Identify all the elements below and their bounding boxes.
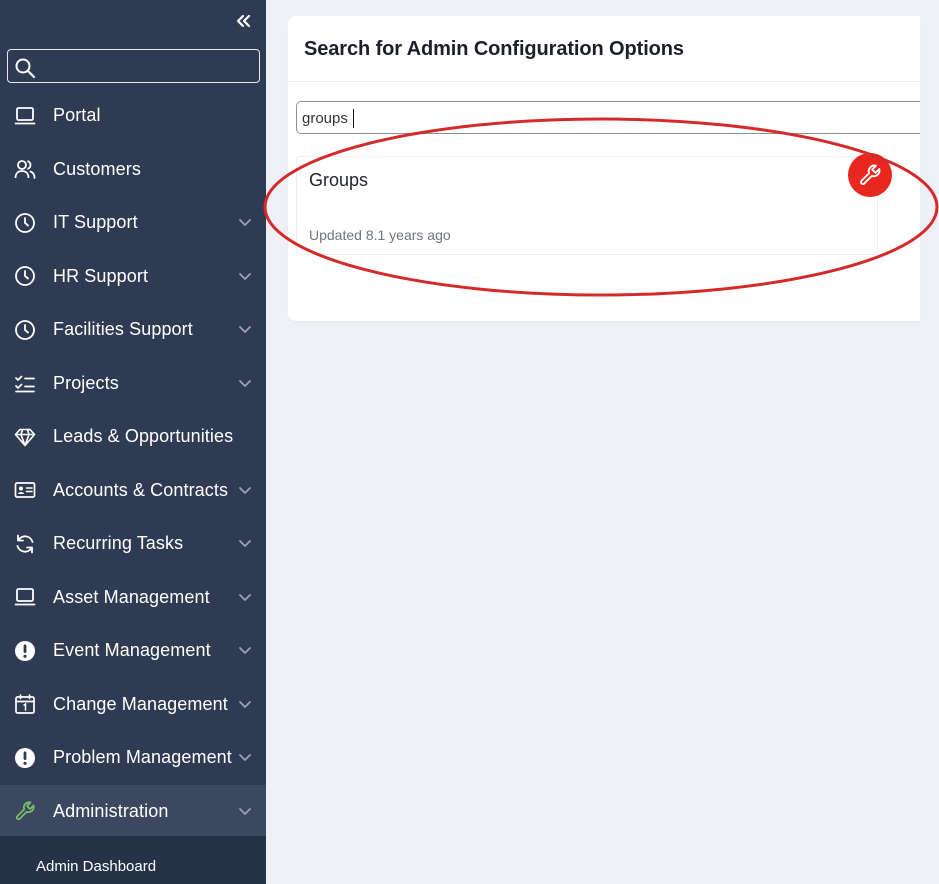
sidebar-item-label: Recurring Tasks — [53, 533, 184, 554]
calendar-icon — [13, 692, 37, 716]
chevron-down-icon[interactable] — [238, 322, 252, 336]
chevron-down-icon[interactable] — [238, 483, 252, 497]
chevron-down-icon[interactable] — [238, 804, 252, 818]
sidebar-item-label: HR Support — [53, 265, 149, 286]
result-updated-meta: Updated 8.1 years ago — [309, 227, 451, 243]
collapse-sidebar-icon[interactable] — [232, 10, 254, 32]
wrench-icon — [13, 799, 37, 823]
sidebar-item-label: Administration — [53, 800, 169, 821]
clock-icon — [13, 318, 37, 342]
result-title[interactable]: Groups — [309, 170, 368, 191]
admin-search-panel: Search for Admin Configuration Options G… — [288, 16, 920, 321]
sidebar-item-change-management[interactable]: Change Management — [0, 678, 266, 732]
laptop-icon — [13, 585, 37, 609]
alert-icon — [13, 639, 37, 663]
sidebar-item-label: Projects — [53, 372, 119, 393]
admin-search-input[interactable] — [302, 107, 902, 129]
sidebar-item-hr-support[interactable]: HR Support — [0, 250, 266, 304]
sidebar-search-input[interactable] — [42, 54, 252, 78]
search-result-card[interactable]: Groups Updated 8.1 years ago — [296, 153, 892, 255]
divider — [288, 81, 920, 82]
sidebar-item-asset-management[interactable]: Asset Management — [0, 571, 266, 625]
search-icon — [15, 58, 36, 79]
users-icon — [13, 157, 37, 181]
checklist-icon — [13, 371, 37, 395]
sidebar-item-portal[interactable]: Portal — [0, 89, 266, 143]
text-caret — [353, 109, 354, 128]
wrench-icon[interactable] — [848, 153, 892, 197]
sidebar-item-label: Customers — [53, 158, 141, 179]
chevron-down-icon[interactable] — [238, 536, 252, 550]
refresh-icon — [13, 532, 37, 556]
sidebar-item-it-support[interactable]: IT Support — [0, 196, 266, 250]
sidebar-item-label: Accounts & Contracts — [53, 479, 229, 500]
sidebar-item-label: Leads & Opportunities — [53, 426, 234, 447]
chevron-down-icon[interactable] — [238, 590, 252, 604]
sidebar-item-administration[interactable]: Administration — [0, 784, 266, 838]
diamond-icon — [13, 425, 37, 449]
laptop-icon — [13, 104, 37, 128]
sidebar-item-label: Portal — [53, 105, 101, 126]
alert-icon — [13, 746, 37, 770]
sidebar-item-label: Event Management — [53, 640, 211, 661]
sidebar-item-projects[interactable]: Projects — [0, 357, 266, 411]
sidebar-item-label: Change Management — [53, 693, 228, 714]
sidebar-item-leads-opportunities[interactable]: Leads & Opportunities — [0, 410, 266, 464]
sidebar-item-event-management[interactable]: Event Management — [0, 624, 266, 678]
chevron-down-icon[interactable] — [238, 643, 252, 657]
sidebar-item-facilities-support[interactable]: Facilities Support — [0, 303, 266, 357]
sidebar-nav: Portal Customers IT Support HR Support F… — [0, 89, 266, 838]
chevron-down-icon[interactable] — [238, 269, 252, 283]
page-title: Search for Admin Configuration Options — [304, 38, 684, 60]
id-card-icon — [13, 478, 37, 502]
sidebar-item-accounts-contracts[interactable]: Accounts & Contracts — [0, 464, 266, 518]
sidebar: Portal Customers IT Support HR Support F… — [0, 0, 266, 884]
administration-submenu: Admin Dashboard — [0, 836, 266, 884]
sidebar-item-label: IT Support — [53, 212, 138, 233]
sidebar-item-label: Facilities Support — [53, 319, 193, 340]
chevron-down-icon[interactable] — [238, 750, 252, 764]
chevron-down-icon[interactable] — [238, 697, 252, 711]
sidebar-search[interactable] — [7, 49, 260, 83]
sidebar-item-label: Problem Management — [53, 747, 232, 768]
sidebar-item-problem-management[interactable]: Problem Management — [0, 731, 266, 785]
chevron-down-icon[interactable] — [238, 376, 252, 390]
sidebar-item-recurring-tasks[interactable]: Recurring Tasks — [0, 517, 266, 571]
chevron-down-icon[interactable] — [238, 215, 252, 229]
sidebar-item-customers[interactable]: Customers — [0, 143, 266, 197]
sidebar-item-label: Asset Management — [53, 586, 210, 607]
sidebar-subitem-admin-dashboard[interactable]: Admin Dashboard — [36, 858, 156, 875]
clock-icon — [13, 264, 37, 288]
clock-icon — [13, 211, 37, 235]
admin-search-box[interactable] — [296, 101, 920, 134]
